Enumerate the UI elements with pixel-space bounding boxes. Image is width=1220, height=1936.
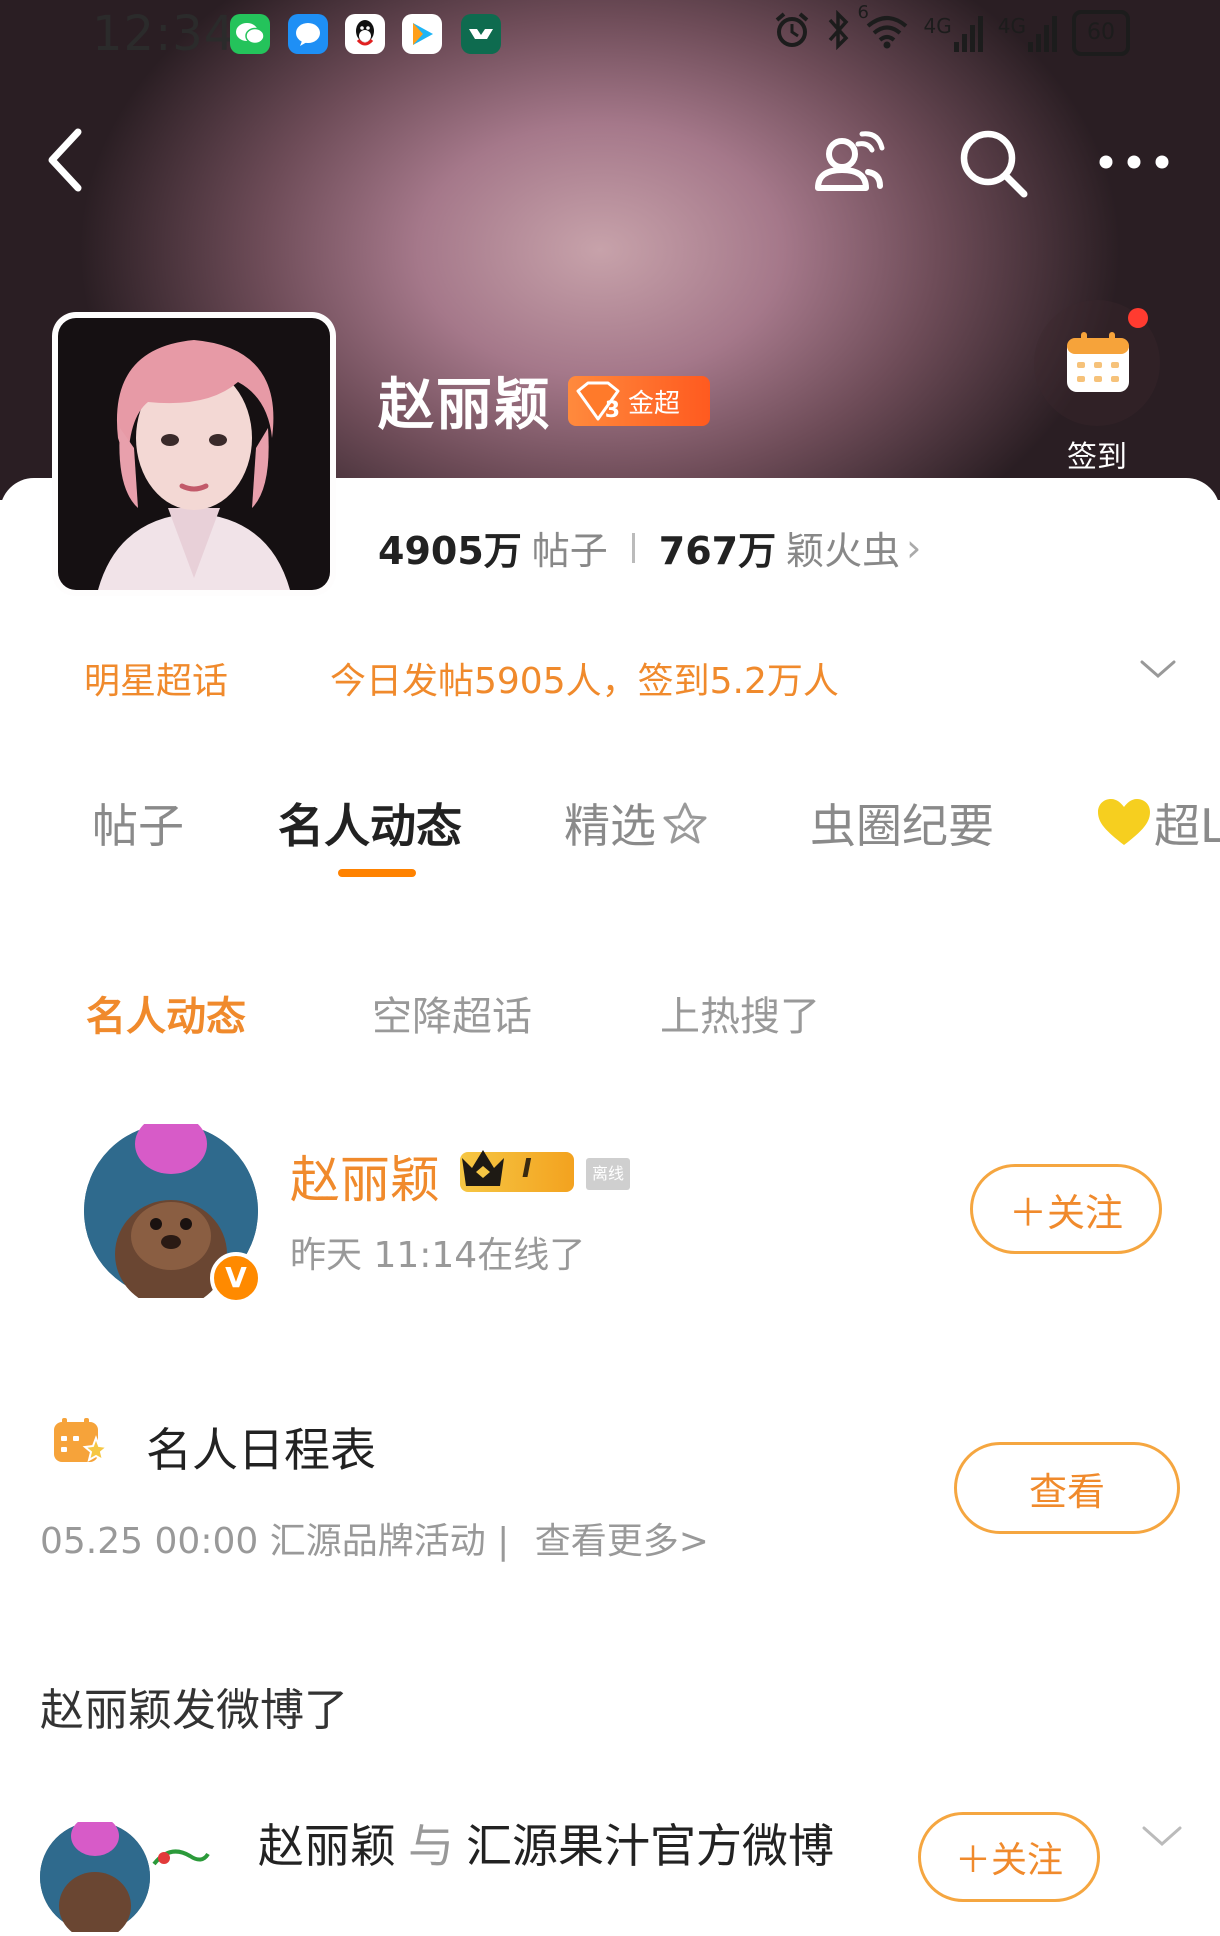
topic-stats: 4905万 帖子 767万 颖火虫 › [378, 520, 921, 575]
diamond-icon: 3 [572, 379, 624, 423]
feed-with: 与 [408, 1819, 454, 1873]
wifi-icon: 6 [858, 2, 910, 56]
feed-partner[interactable]: 汇源果汁官方微博 [466, 1819, 834, 1873]
heart-icon [1098, 799, 1150, 845]
verified-badge: V [210, 1252, 262, 1304]
stats-divider [631, 532, 635, 563]
feed-author[interactable]: 赵丽颖 [258, 1819, 396, 1873]
tab-super[interactable]: 超L [1096, 790, 1220, 856]
network-type-2: 4G [997, 14, 1026, 38]
qq-icon [345, 14, 385, 54]
subtab-hot-search[interactable]: 上热搜了 [660, 984, 820, 1042]
back-icon[interactable] [40, 120, 90, 204]
active-tab-indicator [338, 869, 416, 877]
schedule-icon [52, 1416, 110, 1470]
tab-posts[interactable]: 帖子 [92, 790, 184, 856]
feed-heading: 赵丽颖发微博了 [40, 1685, 348, 1736]
today-stats: 今日发帖5905人，签到5.2万人 [330, 661, 839, 702]
offline-tag: 离线 [586, 1158, 630, 1190]
calendar-icon [1067, 332, 1129, 392]
tab-celebrity-news[interactable]: 名人动态 [278, 790, 462, 856]
tab-circle-summary[interactable]: 虫圈纪要 [810, 790, 994, 856]
wifi-standard: 6 [857, 2, 869, 23]
bluetooth-icon [826, 9, 850, 56]
checkin-button[interactable]: 签到 [1022, 300, 1172, 476]
checkin-label: 签到 [1067, 440, 1127, 475]
follow-button[interactable]: ＋关注 [970, 1164, 1162, 1254]
partner-logo [150, 1834, 210, 1878]
feed-title: 赵丽颖与汇源果汁官方微博 [258, 1810, 834, 1876]
video-app-icon [402, 14, 442, 54]
tab-featured-label: 精选 [564, 799, 656, 853]
bank-app-icon [461, 14, 501, 54]
chevron-down-icon[interactable] [1138, 656, 1178, 686]
crown-level-badge: I [460, 1150, 574, 1192]
topic-avatar[interactable] [52, 312, 336, 596]
tab-super-label: 超L [1154, 799, 1220, 853]
view-schedule-button[interactable]: 查看 [954, 1442, 1180, 1534]
notification-dot [1128, 308, 1148, 328]
fans-arrow[interactable]: › [906, 526, 921, 570]
alarm-icon [772, 10, 812, 56]
wechat-icon [230, 14, 270, 54]
fans-count[interactable]: 767万 [659, 520, 776, 575]
subtab-celebrity-news[interactable]: 名人动态 [86, 984, 246, 1042]
fans-label[interactable]: 颖火虫 [786, 520, 900, 575]
badge-label: 金超 [628, 388, 681, 419]
status-time: 12:34 [92, 6, 236, 62]
tab-featured[interactable]: 精选 [564, 790, 710, 856]
schedule-entry-text: 05.25 00:00 汇源品牌活动 | [40, 1521, 510, 1562]
schedule-title: 名人日程表 [146, 1423, 376, 1477]
posts-label: 帖子 [531, 529, 608, 573]
badge-level: 3 [604, 398, 620, 423]
friends-icon[interactable] [806, 120, 890, 208]
status-indicators: 6 4G 4G 60 [772, 2, 1130, 56]
topic-category: 明星超话 [84, 661, 229, 702]
schedule-more-link[interactable]: 查看更多> [535, 1521, 709, 1562]
crown-level: I [522, 1154, 532, 1184]
signal-1-icon: 4G [924, 14, 984, 52]
feed-follow-button[interactable]: ＋关注 [918, 1812, 1100, 1902]
signal-2-icon: 4G [998, 14, 1058, 52]
feed-avatar[interactable] [40, 1816, 150, 1936]
battery-icon: 60 [1072, 10, 1130, 56]
message-app-icon [288, 14, 328, 54]
user-name[interactable]: 赵丽颖 [290, 1140, 440, 1212]
gold-topic-badge[interactable]: 3 金超 [568, 376, 710, 426]
crown-icon [462, 1150, 504, 1186]
topic-name: 赵丽颖 [378, 373, 552, 438]
network-type-1: 4G [923, 14, 952, 38]
search-icon[interactable] [954, 120, 1034, 208]
chevron-down-icon[interactable] [1140, 1822, 1184, 1854]
topic-tabs: 帖子 名人动态 精选 虫圈纪要 超L [0, 790, 1220, 870]
more-icon[interactable] [1094, 120, 1174, 208]
star-badge-icon [663, 802, 707, 844]
posts-count: 4905万 [378, 529, 522, 573]
schedule-entry: 05.25 00:00 汇源品牌活动 | 查看更多> [40, 1512, 709, 1564]
subtab-airdrop[interactable]: 空降超话 [372, 984, 532, 1042]
last-online-time: 昨天 11:14在线了 [290, 1235, 586, 1276]
checkin-icon-wrap [1034, 300, 1160, 426]
